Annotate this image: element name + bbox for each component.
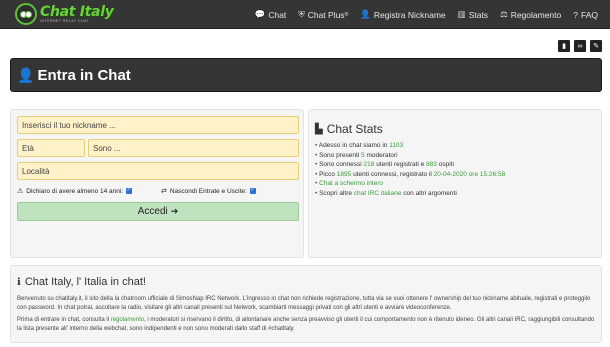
stats-item-online: Adesso in chat siamo in 1103 — [315, 141, 505, 151]
site-logo[interactable]: Chat Italy INTERNET RELAY CHAT — [15, 3, 114, 25]
stats-text: Picco — [319, 170, 337, 178]
top-navbar: Chat Italy INTERNET RELAY CHAT 💬 Chat ⛨ Ch… — [0, 0, 610, 29]
stats-value: 20-04-2020 ore 15:26:58 — [433, 170, 506, 178]
stats-value: 218 — [363, 161, 375, 169]
hide-check-label: Nascondi Entrate e Uscite: — [169, 187, 247, 195]
bookmark-icon[interactable]: ▮ — [558, 40, 570, 52]
bar-chart-icon: ▥ — [457, 9, 466, 19]
stats-text: Scopri altre — [319, 189, 354, 197]
hide-check-row: ⇄ Nascondi Entrate e Uscite: — [161, 187, 256, 195]
nav-chat-label: Chat — [268, 9, 287, 20]
stats-text: Sono presenti — [319, 151, 362, 159]
logo-subtitle: INTERNET RELAY CHAT — [40, 18, 90, 23]
logo-name: Chat Italy — [40, 3, 114, 20]
stats-item-fullscreen: Chat a schermo intero — [315, 179, 505, 189]
stats-value: 1103 — [389, 142, 404, 149]
question-icon: ? — [573, 9, 578, 20]
stats-text: con altri argomenti — [401, 189, 457, 197]
page-title: Entra in Chat — [37, 66, 131, 84]
about-paragraph-2: Prima di entrare in chat, consulta il re… — [17, 316, 597, 333]
about-title: ℹ Chat Italy, l' Italia in chat! — [17, 276, 146, 288]
about-title-text: Chat Italy, l' Italia in chat! — [24, 276, 146, 288]
warning-icon: ⚠ — [17, 188, 24, 195]
nickname-input[interactable]: Inserisci il tuo nickname ... — [17, 116, 299, 134]
nav-chat-plus[interactable]: ⛨ Chat Plus ® — [292, 0, 354, 29]
shield-icon: ⛨ — [298, 9, 305, 19]
stats-text: utenti connessi, registrato il — [351, 170, 434, 178]
sono-select[interactable]: Sono ... — [88, 139, 299, 157]
hide-checkbox[interactable] — [249, 187, 256, 194]
age-check-row: ⚠ Dichiaro di avere almeno 14 anni: — [17, 187, 133, 195]
nav-chat[interactable]: 💬 Chat — [249, 0, 293, 29]
stats-value: 1895 — [336, 170, 352, 178]
irc-chats-link[interactable]: chat IRC italiane — [354, 190, 402, 197]
gavel-icon: ⚖ — [500, 9, 508, 19]
stats-list: Adesso in chat siamo in 1103 Sono presen… — [315, 141, 505, 199]
info-circle-icon: ℹ — [17, 276, 21, 288]
comment-icon: 💬 — [254, 9, 266, 19]
age-check-label: Dichiaro di avere almeno 14 anni: — [26, 187, 124, 195]
user-icon: 👤 — [17, 66, 35, 83]
nav-registra-nickname[interactable]: 👤 Registra Nickname — [354, 0, 451, 29]
localita-select[interactable]: Località — [17, 162, 299, 180]
login-panel: Inserisci il tuo nickname ... Età Sono .… — [10, 109, 304, 258]
stats-text: utenti registrati e — [374, 161, 427, 169]
stats-text: ospiti — [436, 161, 454, 169]
stats-title-text: Chat Stats — [326, 122, 383, 136]
nav-stats-label: Stats — [468, 9, 489, 20]
main-nav: 💬 Chat ⛨ Chat Plus ® 👤 Registra Nickname ▥ St… — [249, 0, 604, 29]
about-paragraph-1: Benvenuto su chatitaly.it, il sito della… — [17, 296, 591, 311]
exchange-icon: ⇄ — [161, 188, 167, 195]
about-text: Prima di entrare in chat, consulta il — [17, 317, 111, 323]
page-banner: 👤 Entra in Chat — [10, 58, 602, 92]
nav-faq[interactable]: ? FAQ — [567, 0, 604, 29]
edit-icon[interactable]: ✎ — [590, 40, 602, 52]
stats-value: 883 — [426, 161, 437, 169]
link-icon[interactable]: ∞ — [574, 40, 586, 52]
accedi-label: Accedi — [137, 206, 168, 217]
nav-regolamento-label: Regolamento — [510, 9, 562, 20]
registered-mark: ® — [344, 11, 349, 18]
sign-in-icon: ➔ — [170, 206, 179, 216]
regolamento-link[interactable]: regolamento — [111, 317, 144, 323]
stats-text: Sono connessi — [319, 161, 364, 169]
nav-chat-plus-label: Chat Plus — [307, 9, 345, 20]
nav-faq-label: FAQ — [580, 9, 598, 20]
stats-item-peak: Picco 1895 utenti connessi, registrato i… — [315, 170, 505, 180]
fullscreen-link[interactable]: Chat a schermo intero — [319, 180, 383, 187]
eta-select[interactable]: Età — [17, 139, 85, 157]
area-chart-icon: ▙ — [315, 123, 323, 135]
accedi-button[interactable]: Accedi ➔ — [17, 202, 299, 221]
toolbar-icons: ▮ ∞ ✎ — [558, 40, 602, 52]
about-panel: ℹ Chat Italy, l' Italia in chat! Benvenu… — [10, 265, 602, 343]
user-plus-icon: 👤 — [360, 9, 371, 19]
stats-item-connected: Sono connessi 218 utenti registrati e 88… — [315, 160, 505, 170]
nav-stats[interactable]: ▥ Stats — [452, 0, 494, 29]
stats-title: ▙ Chat Stats — [315, 122, 383, 136]
stats-text: Adesso in chat siamo in — [318, 142, 390, 149]
age-checkbox[interactable] — [126, 187, 133, 194]
nav-registra-label: Registra Nickname — [373, 9, 446, 20]
stats-item-discover: Scopri altre chat IRC italiane con altri… — [315, 189, 505, 199]
stats-panel: ▙ Chat Stats Adesso in chat siamo in 110… — [308, 109, 602, 258]
stats-text: moderatori — [364, 151, 398, 159]
stats-item-moderators: Sono presenti 5 moderatori — [315, 151, 505, 161]
logo-face-icon — [15, 3, 37, 25]
nav-regolamento[interactable]: ⚖ Regolamento — [494, 0, 567, 29]
